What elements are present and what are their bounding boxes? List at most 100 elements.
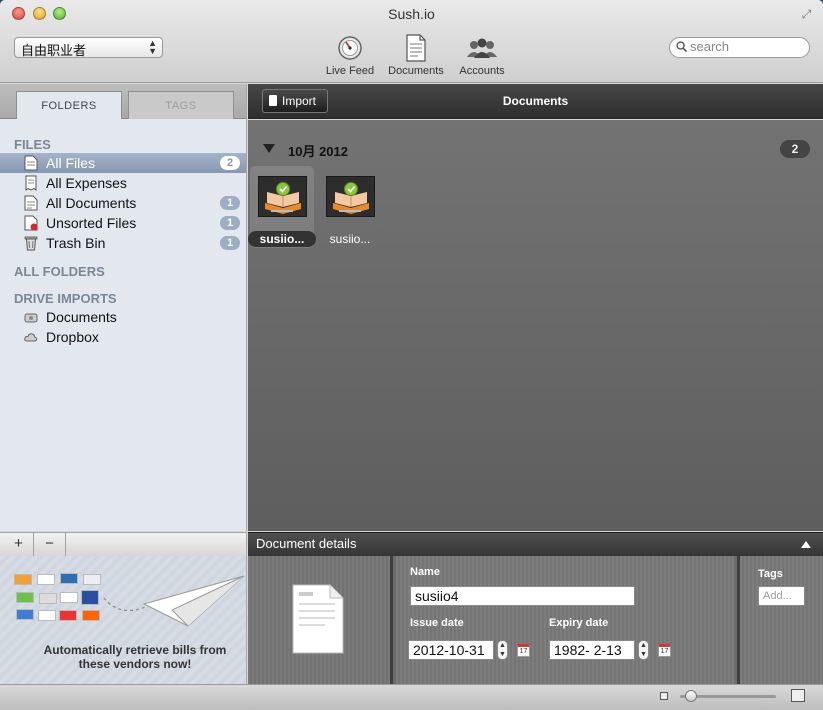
disclosure-triangle-icon[interactable] xyxy=(263,144,275,153)
sidebar-footer: + − xyxy=(0,532,247,556)
drive-icon xyxy=(24,313,38,323)
sidebar-tabs: FOLDERS TAGS xyxy=(0,84,246,119)
document-icon xyxy=(24,195,38,211)
tab-folders[interactable]: FOLDERS xyxy=(16,91,122,119)
paper-plane-icon xyxy=(103,575,245,627)
count-badge: 1 xyxy=(220,216,240,230)
accounts-icon xyxy=(467,38,497,58)
calendar-icon[interactable]: 17 xyxy=(517,644,530,657)
vendor-logo xyxy=(16,592,34,603)
sidebar-item-dropbox[interactable]: Dropbox xyxy=(0,327,246,347)
tab-tags[interactable]: TAGS xyxy=(128,91,234,119)
all-folders-section-heading[interactable]: ALL FOLDERS xyxy=(14,264,105,279)
vendor-logo xyxy=(82,610,100,621)
document-details-title: Document details xyxy=(256,536,357,551)
promo-text: Automatically retrieve bills from these … xyxy=(43,643,227,671)
sidebar: FOLDERS TAGS FILES All Files 2 All Expen… xyxy=(0,84,247,531)
live-feed-icon xyxy=(338,36,362,60)
issue-date-stepper[interactable]: ▲ ▼ xyxy=(497,640,508,660)
cloud-icon xyxy=(24,333,38,342)
expiry-date-label: Expiry date xyxy=(549,617,609,629)
sidebar-item-label: Unsorted Files xyxy=(46,215,137,231)
document-thumbnail xyxy=(326,176,375,217)
vendor-logo xyxy=(14,574,32,585)
add-folder-button[interactable]: + xyxy=(4,533,34,556)
files-section-heading: FILES xyxy=(14,137,51,152)
name-field[interactable]: susiio4 xyxy=(410,586,635,606)
account-select-value: 自由职业者 xyxy=(21,43,87,58)
sidebar-item-all-files[interactable]: All Files 2 xyxy=(0,153,246,173)
book-icon xyxy=(333,182,369,214)
documents-grid: 10月 2012 2 susiio... susiio... xyxy=(248,120,823,531)
window-title: Sush.io xyxy=(388,6,435,22)
document-thumbnail xyxy=(258,176,307,217)
name-label: Name xyxy=(410,566,440,578)
vendor-logo xyxy=(38,610,56,621)
sidebar-item-trash-bin[interactable]: Trash Bin 1 xyxy=(0,233,246,253)
vendor-logo xyxy=(37,574,55,585)
sidebar-item-label: Documents xyxy=(46,309,117,325)
tags-label: Tags xyxy=(758,568,783,580)
document-tile[interactable]: susiio... xyxy=(248,166,316,248)
group-count-badge: 2 xyxy=(780,140,810,158)
vendor-promo-banner[interactable]: Automatically retrieve bills from these … xyxy=(0,556,247,684)
fullscreen-icon[interactable]: ⤢ xyxy=(800,8,813,21)
search-field[interactable]: search xyxy=(669,37,810,58)
vendor-logo xyxy=(39,593,57,604)
vendor-logo xyxy=(81,590,99,605)
sidebar-item-all-expenses[interactable]: All Expenses xyxy=(0,173,246,193)
live-feed-label: Live Feed xyxy=(325,65,375,77)
main-title: Documents xyxy=(502,94,569,108)
document-preview xyxy=(248,556,393,684)
zoom-slider-handle[interactable] xyxy=(685,690,697,702)
issue-date-field[interactable]: 2012-10-31 xyxy=(408,640,494,660)
collapse-icon[interactable] xyxy=(801,541,811,548)
live-feed-button[interactable]: Live Feed xyxy=(322,33,378,77)
count-badge: 1 xyxy=(220,196,240,210)
calendar-icon[interactable]: 17 xyxy=(658,644,671,657)
account-select[interactable]: 自由职业者 ▲ ▼ xyxy=(14,37,163,58)
accounts-label: Accounts xyxy=(459,65,505,77)
document-details-panel: Name susiio4 Issue date 2012-10-31 ▲ ▼ 17… xyxy=(248,556,823,684)
select-arrows-icon: ▲ ▼ xyxy=(148,38,157,56)
accounts-button[interactable]: Accounts xyxy=(455,33,509,77)
sidebar-item-unsorted-files[interactable]: Unsorted Files 1 xyxy=(0,213,246,233)
unsorted-file-icon xyxy=(24,215,38,231)
document-name: susiio... xyxy=(329,232,371,246)
sidebar-item-label: All Files xyxy=(46,155,96,171)
remove-folder-button[interactable]: − xyxy=(34,533,66,556)
drive-imports-section-heading: DRIVE IMPORTS xyxy=(14,291,117,306)
search-icon xyxy=(676,41,687,52)
app-window: Sush.io ⤢ 自由职业者 ▲ ▼ Live Feed Documents … xyxy=(0,0,823,710)
trash-icon xyxy=(24,236,38,251)
expiry-date-stepper[interactable]: ▲ ▼ xyxy=(638,640,649,660)
sidebar-item-drive-documents[interactable]: Documents xyxy=(0,307,246,327)
document-details-header[interactable]: Document details xyxy=(248,532,823,556)
sidebar-item-label: All Documents xyxy=(46,195,137,211)
documents-header-bar: Import Documents xyxy=(248,84,823,119)
documents-label: Documents xyxy=(388,65,444,77)
count-badge: 2 xyxy=(220,156,240,170)
toolbar: Sush.io ⤢ 自由职业者 ▲ ▼ Live Feed Documents … xyxy=(0,0,823,83)
tags-panel: Tags Add... xyxy=(737,556,823,684)
zoom-out-icon[interactable] xyxy=(660,692,668,700)
count-badge: 1 xyxy=(220,236,240,250)
sidebar-item-label: All Expenses xyxy=(46,175,127,191)
vendor-logo xyxy=(59,610,77,621)
document-fields: Name susiio4 Issue date 2012-10-31 ▲ ▼ 17… xyxy=(396,556,734,684)
tags-input[interactable]: Add... xyxy=(758,586,805,606)
expiry-date-field[interactable]: 1982- 2-13 xyxy=(549,640,635,660)
issue-date-label: Issue date xyxy=(410,617,464,629)
receipt-icon xyxy=(25,175,37,191)
zoom-in-icon[interactable] xyxy=(791,689,805,702)
document-tile[interactable]: susiio... xyxy=(318,166,382,248)
sidebar-item-label: Dropbox xyxy=(46,329,99,345)
vendor-logo xyxy=(60,592,78,603)
documents-button[interactable]: Documents xyxy=(384,33,448,77)
group-label: 10月 2012 xyxy=(288,144,348,159)
vendor-logo xyxy=(83,574,101,585)
file-icon xyxy=(24,155,38,171)
sidebar-item-all-documents[interactable]: All Documents 1 xyxy=(0,193,246,213)
book-icon xyxy=(265,182,301,214)
vendor-logo xyxy=(16,609,34,620)
